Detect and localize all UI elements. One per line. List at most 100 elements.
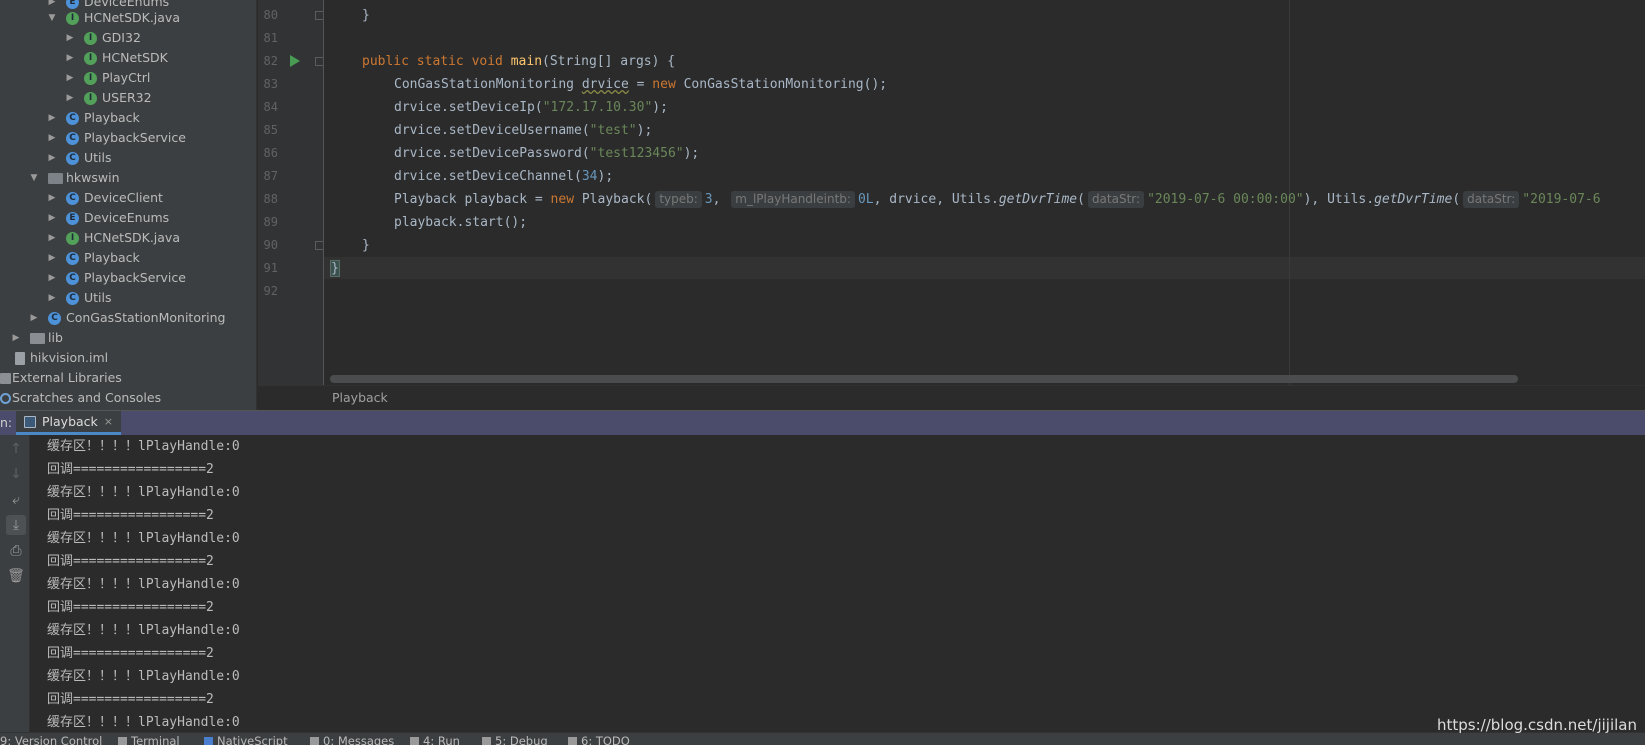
- expand-arrow-icon[interactable]: ▶: [64, 28, 76, 48]
- console-line: 回调=================2: [47, 554, 214, 569]
- interface-icon: I: [84, 92, 97, 105]
- tree-item-lib[interactable]: ▶ lib: [0, 328, 256, 348]
- print-icon[interactable]: ⎙: [6, 541, 26, 561]
- tree-item-playback-2[interactable]: ▶ C Playback: [0, 248, 256, 268]
- line-number: 86: [263, 146, 278, 160]
- matched-brace: }: [330, 260, 340, 277]
- code-line-85[interactable]: drvice.setDeviceUsername("test");: [394, 119, 652, 142]
- run-tab-playback[interactable]: Playback ×: [16, 411, 121, 435]
- tree-item-hcnetsdk-java-2[interactable]: ▶ I HCNetSDK.java: [0, 228, 256, 248]
- code-line-80[interactable]: }: [362, 4, 370, 27]
- tree-item-deviceenums[interactable]: ▶ E DeviceEnums: [0, 208, 256, 228]
- expand-arrow-icon[interactable]: ▶: [46, 188, 58, 208]
- code-token: Playback playback =: [394, 192, 551, 207]
- interface-icon: I: [66, 232, 79, 245]
- bottom-tab-version-control[interactable]: 9: Version Control: [0, 734, 102, 745]
- tree-item-utils[interactable]: ▶ C Utils: [0, 148, 256, 168]
- expand-arrow-icon[interactable]: ▶: [46, 108, 58, 128]
- code-token: "2019-07-6: [1522, 192, 1601, 207]
- down-arrow-icon[interactable]: ↓: [6, 464, 26, 484]
- tree-item-scratches[interactable]: Scratches and Consoles: [0, 388, 256, 408]
- code-token: Playback(: [574, 192, 653, 207]
- bottom-tab-label: 6: TODO: [581, 734, 630, 745]
- expand-arrow-icon[interactable]: ▶: [46, 208, 58, 228]
- bottom-tab-todo[interactable]: 6: TODO: [568, 734, 630, 745]
- expand-arrow-icon[interactable]: ▶: [46, 128, 58, 148]
- code-line-82[interactable]: public static void main(String[] args) {: [362, 50, 675, 73]
- expand-arrow-icon[interactable]: ▶: [46, 288, 58, 308]
- tree-item-playbackservice[interactable]: ▶ C PlaybackService: [0, 128, 256, 148]
- interface-icon: I: [84, 32, 97, 45]
- console-output[interactable]: 缓存区！！！！lPlayHandle:0 回调=================…: [31, 435, 1645, 732]
- tree-item-deviceclient[interactable]: ▶ C DeviceClient: [0, 188, 256, 208]
- horizontal-scrollbar[interactable]: [330, 375, 1518, 383]
- class-icon: C: [48, 312, 61, 325]
- code-token: 34: [581, 169, 598, 184]
- tree-item-gdi32[interactable]: ▶ I GDI32: [0, 28, 256, 48]
- collapse-arrow-icon[interactable]: ▼: [28, 168, 40, 188]
- bottom-tab-nativescript[interactable]: NativeScript: [204, 734, 288, 745]
- bottom-tab-run[interactable]: 4: Run: [410, 734, 460, 745]
- up-arrow-icon[interactable]: ↑: [6, 439, 26, 459]
- expand-arrow-icon[interactable]: ▶: [46, 228, 58, 248]
- code-editor[interactable]: 80 81 82 83 84 85 86 87 88 89 90 91 92 }…: [258, 0, 1645, 385]
- code-line-84[interactable]: drvice.setDeviceIp("172.17.10.30");: [394, 96, 668, 119]
- code-token: getDvrTime: [998, 192, 1078, 207]
- tree-item-user32[interactable]: ▶ I USER32: [0, 88, 256, 108]
- tree-item-hkwswin[interactable]: ▼ hkwswin: [0, 168, 256, 188]
- tree-item-playctrl[interactable]: ▶ I PlayCtrl: [0, 68, 256, 88]
- tree-item-hcnetsdk[interactable]: ▶ I HCNetSDK: [0, 48, 256, 68]
- bottom-tab-debug[interactable]: 5: Debug: [482, 734, 548, 745]
- tree-item-hcnetsdk-java[interactable]: ▼ I HCNetSDK.java: [0, 8, 256, 28]
- code-token: (String[] args) {: [542, 54, 676, 69]
- code-line-90[interactable]: }: [362, 234, 370, 257]
- terminal-icon: [118, 737, 127, 745]
- code-token: playback.start();: [394, 215, 528, 230]
- close-icon[interactable]: ×: [104, 415, 113, 428]
- code-line-83[interactable]: ConGasStationMonitoring drvice = new Con…: [394, 73, 887, 96]
- console-line: 回调=================2: [47, 692, 214, 707]
- editor-gutter[interactable]: 80 81 82 83 84 85 86 87 88 89 90 91 92: [258, 0, 324, 385]
- tree-item-congasstationmonitoring[interactable]: ▶ C ConGasStationMonitoring: [0, 308, 256, 328]
- expand-arrow-icon[interactable]: ▶: [28, 308, 40, 328]
- interface-icon: I: [84, 72, 97, 85]
- code-token: (: [1077, 192, 1085, 207]
- expand-arrow-icon[interactable]: ▶: [64, 48, 76, 68]
- line-number: 89: [263, 215, 278, 229]
- tree-item-playbackservice-2[interactable]: ▶ C PlaybackService: [0, 268, 256, 288]
- breadcrumb-item[interactable]: Playback: [332, 390, 388, 405]
- expand-arrow-icon[interactable]: ▶: [64, 68, 76, 88]
- line-number: 84: [263, 100, 278, 114]
- watermark-text: https://blog.csdn.net/jijilan: [1437, 716, 1637, 734]
- code-line-88[interactable]: Playback playback = new Playback(typeb: 3…: [394, 188, 1601, 211]
- code-token: drvice.setDeviceIp(: [394, 100, 543, 115]
- tree-item-playback[interactable]: ▶ C Playback: [0, 108, 256, 128]
- trash-icon[interactable]: 🗑: [6, 566, 26, 586]
- run-window-label: n:: [0, 415, 13, 430]
- tree-item-utils-2[interactable]: ▶ C Utils: [0, 288, 256, 308]
- folder-icon: [30, 333, 45, 344]
- code-token: public static void: [362, 54, 503, 69]
- code-line-89[interactable]: playback.start();: [394, 211, 527, 234]
- tree-item-external-libraries[interactable]: External Libraries: [0, 368, 256, 388]
- bottom-tab-label: 4: Run: [423, 734, 460, 745]
- tree-item-hikvision-iml[interactable]: hikvision.iml: [0, 348, 256, 368]
- soft-wrap-icon[interactable]: ⤶: [6, 490, 26, 510]
- expand-arrow-icon[interactable]: ▶: [46, 248, 58, 268]
- bottom-tab-terminal[interactable]: Terminal: [118, 734, 180, 745]
- scroll-to-end-icon[interactable]: ⤓: [6, 515, 26, 535]
- collapse-arrow-icon[interactable]: ▼: [46, 8, 58, 28]
- bottom-tab-messages[interactable]: 0: Messages: [310, 734, 394, 745]
- console-line: 缓存区！！！！lPlayHandle:0: [47, 715, 240, 730]
- code-token: drvice.setDevicePassword(: [394, 146, 590, 161]
- scratch-icon: [0, 393, 11, 404]
- run-gutter-icon[interactable]: [290, 55, 300, 67]
- expand-arrow-icon[interactable]: ▶: [46, 268, 58, 288]
- expand-arrow-icon[interactable]: ▶: [64, 88, 76, 108]
- expand-arrow-icon[interactable]: ▶: [46, 148, 58, 168]
- code-line-86[interactable]: drvice.setDevicePassword("test123456");: [394, 142, 699, 165]
- code-token: }: [362, 8, 370, 23]
- code-line-87[interactable]: drvice.setDeviceChannel(34);: [394, 165, 613, 188]
- code-line-91[interactable]: }: [330, 257, 340, 280]
- expand-arrow-icon[interactable]: ▶: [10, 328, 22, 348]
